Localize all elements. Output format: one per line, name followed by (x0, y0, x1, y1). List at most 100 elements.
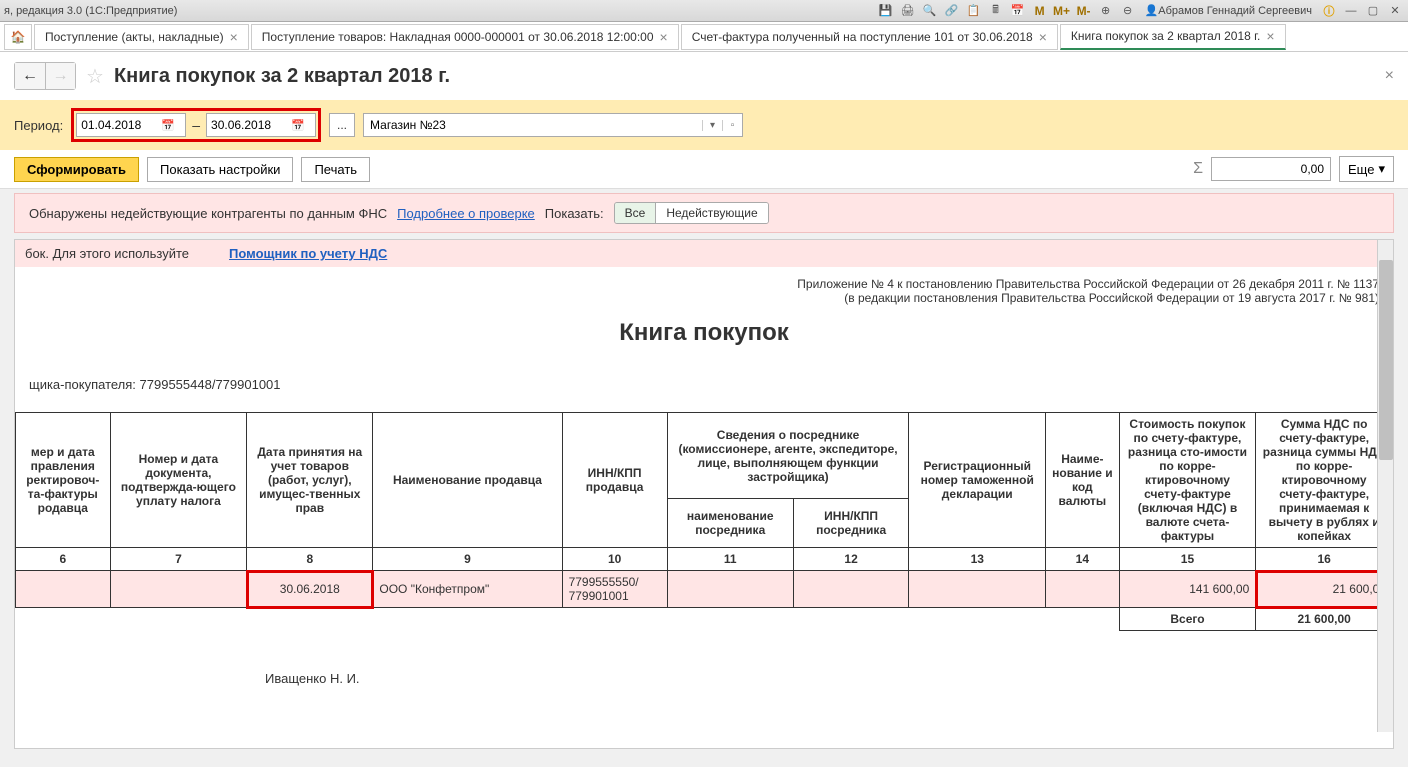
col-8: Дата принятия на учет товаров (работ, ус… (247, 413, 373, 548)
date-to-input[interactable]: 📅 (206, 113, 316, 137)
print-button[interactable]: Печать (301, 157, 370, 182)
warning-text: Обнаружены недействующие контрагенты по … (29, 206, 387, 221)
show-label: Показать: (545, 206, 604, 221)
form-button[interactable]: Сформировать (14, 157, 139, 182)
store-select[interactable]: ▾ ▫ (363, 113, 743, 137)
dash: – (192, 117, 200, 133)
helper-row: бок. Для этого используйте Помощник по у… (15, 240, 1393, 267)
report-area: бок. Для этого используйте Помощник по у… (14, 239, 1394, 749)
cell-vat: 21 600,00 (1256, 571, 1393, 608)
period-select-button[interactable]: ... (329, 113, 355, 137)
nav-buttons: ← → (14, 62, 76, 90)
filter-all-button[interactable]: Все (615, 203, 656, 223)
period-label: Период: (14, 118, 63, 133)
tabbar: 🏠 Поступление (акты, накладные)× Поступл… (0, 22, 1408, 52)
scrollbar-vertical[interactable] (1377, 240, 1393, 732)
total-row: Всего 21 600,00 (16, 608, 1393, 631)
cell-cost: 141 600,00 (1119, 571, 1256, 608)
close-icon[interactable]: × (230, 29, 238, 45)
col-12: ИНН/КПП посредника (793, 499, 909, 548)
total-label: Всего (1119, 608, 1256, 631)
warning-bar: Обнаружены недействующие контрагенты по … (14, 193, 1394, 233)
maximize-icon[interactable]: ▢ (1364, 2, 1382, 20)
search-icon[interactable]: 🔍 (921, 2, 939, 20)
helper-link[interactable]: Помощник по учету НДС (229, 246, 387, 261)
doc-meta: Приложение № 4 к постановлению Правитель… (15, 267, 1393, 309)
expand-icon[interactable]: ▫ (722, 120, 742, 131)
info-icon[interactable]: ⓘ (1320, 2, 1338, 20)
titlebar-icons: 💾 🖨 🔍 🔗 📋 🖩 📅 M M+ M- ⊕ ⊖ 👤 Абрамов Генн… (877, 2, 1404, 20)
report-table: мер и дата правления ректировоч- та-факт… (15, 412, 1393, 631)
page-title: Книга покупок за 2 квартал 2018 г. (114, 65, 1375, 88)
filter-buttons: Все Недействующие (614, 202, 769, 224)
col-11: наименование посредника (667, 499, 793, 548)
close-icon[interactable]: × (660, 29, 668, 45)
col-13: Регистрационный номер таможенной деклара… (909, 413, 1046, 548)
more-button[interactable]: Еще ▾ (1339, 156, 1394, 182)
doc-info: щика-покупателя: 7799555448/779901001 (15, 377, 1393, 412)
store-field[interactable] (364, 118, 702, 132)
close-icon[interactable]: × (1039, 29, 1047, 45)
calendar-icon[interactable]: 📅 (1009, 2, 1027, 20)
col-14: Наиме-нование и код валюты (1046, 413, 1120, 548)
home-tab[interactable]: 🏠 (4, 24, 32, 50)
col-15: Стоимость покупок по счету-фактуре, разн… (1119, 413, 1256, 548)
cell-seller: ООО "Конфетпром" (373, 571, 562, 608)
zoomout-icon[interactable]: ⊖ (1119, 2, 1137, 20)
cell-date: 30.06.2018 (247, 571, 373, 608)
favorite-icon[interactable]: ☆ (86, 64, 104, 89)
save-icon[interactable]: 💾 (877, 2, 895, 20)
table-colnum-row: 678 91011 121314 1516 (16, 548, 1393, 571)
chevron-down-icon: ▾ (1378, 161, 1385, 177)
sum-input[interactable] (1211, 157, 1331, 181)
dropdown-icon[interactable]: ▾ (702, 120, 722, 131)
titlebar-text: я, редакция 3.0 (1С:Предприятие) (4, 5, 877, 17)
close-page-icon[interactable]: × (1385, 67, 1394, 85)
user-label[interactable]: 👤 Абрамов Геннадий Сергеевич (1141, 2, 1316, 20)
titlebar: я, редакция 3.0 (1С:Предприятие) 💾 🖨 🔍 🔗… (0, 0, 1408, 22)
action-bar: Сформировать Показать настройки Печать Σ… (0, 150, 1408, 189)
period-bar: Период: 📅 – 📅 ... ▾ ▫ (0, 100, 1408, 150)
cell-inn: 7799555550/ 779901001 (562, 571, 667, 608)
m-icon[interactable]: M (1031, 2, 1049, 20)
sigma-icon: Σ (1193, 160, 1203, 178)
settings-button[interactable]: Показать настройки (147, 157, 293, 182)
footer-name: Иващенко Н. И. (15, 631, 1393, 686)
helper-text: бок. Для этого используйте (25, 246, 189, 261)
link-icon[interactable]: 🔗 (943, 2, 961, 20)
col-16: Сумма НДС по счету-фактуре, разница сумм… (1256, 413, 1393, 548)
date-from-input[interactable]: 📅 (76, 113, 186, 137)
tab-purchase-book[interactable]: Книга покупок за 2 квартал 2018 г.× (1060, 24, 1286, 50)
zoomin-icon[interactable]: ⊕ (1097, 2, 1115, 20)
minimize-icon[interactable]: — (1342, 2, 1360, 20)
col-7: Номер и дата документа, подтвержда-ющего… (110, 413, 247, 548)
table-header-row: мер и дата правления ректировоч- та-факт… (16, 413, 1393, 499)
col-9: Наименование продавца (373, 413, 562, 548)
filter-inactive-button[interactable]: Недействующие (655, 203, 767, 223)
col-6: мер и дата правления ректировоч- та-факт… (16, 413, 111, 548)
date-to-field[interactable] (211, 118, 291, 132)
doc-title: Книга покупок (15, 309, 1393, 377)
tab-invoice[interactable]: Поступление товаров: Накладная 0000-0000… (251, 24, 679, 50)
close-window-icon[interactable]: ✕ (1386, 2, 1404, 20)
print-icon[interactable]: 🖨 (899, 2, 917, 20)
tab-invoice-received[interactable]: Счет-фактура полученный на поступление 1… (681, 24, 1058, 50)
close-icon[interactable]: × (1266, 28, 1274, 44)
date-from-field[interactable] (81, 118, 161, 132)
page-header: ← → ☆ Книга покупок за 2 квартал 2018 г.… (0, 52, 1408, 100)
period-highlight: 📅 – 📅 (71, 108, 321, 142)
back-button[interactable]: ← (15, 63, 45, 89)
calc-icon[interactable]: 🖩 (987, 2, 1005, 20)
scrollbar-thumb[interactable] (1379, 260, 1393, 460)
forward-button[interactable]: → (45, 63, 75, 89)
calendar-icon[interactable]: 📅 (161, 119, 175, 132)
clipboard-icon[interactable]: 📋 (965, 2, 983, 20)
mplus-icon[interactable]: M+ (1053, 2, 1071, 20)
warning-link[interactable]: Подробнее о проверке (397, 206, 535, 221)
col-11-12-top: Сведения о посреднике (комиссионере, аге… (667, 413, 909, 499)
tab-receipts[interactable]: Поступление (акты, накладные)× (34, 24, 249, 50)
table-row[interactable]: 30.06.2018 ООО "Конфетпром" 7799555550/ … (16, 571, 1393, 608)
calendar-icon[interactable]: 📅 (291, 119, 305, 132)
col-10: ИНН/КПП продавца (562, 413, 667, 548)
mminus-icon[interactable]: M- (1075, 2, 1093, 20)
